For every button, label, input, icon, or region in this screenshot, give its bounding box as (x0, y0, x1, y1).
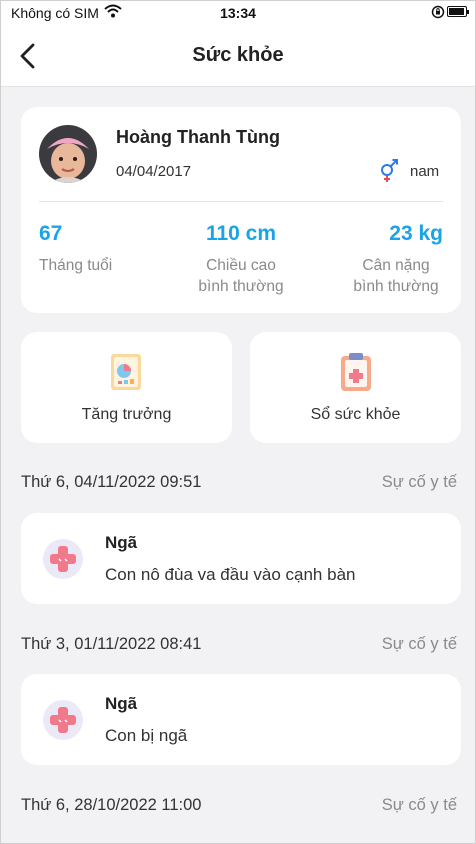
event-date: Thứ 6, 04/11/2022 09:51 (21, 473, 202, 491)
status-bar: Không có SIM 13:34 (1, 1, 475, 25)
nav-bar: Sức khỏe (1, 25, 475, 87)
age-months-label: Tháng tuổi (39, 255, 112, 276)
health-book-icon (340, 353, 371, 391)
height-status-label: Chiều cao bình thường (161, 255, 321, 297)
growth-label: Tăng trưởng (81, 406, 172, 423)
gender-icon (381, 159, 398, 182)
event-date: Thứ 3, 01/11/2022 08:41 (21, 635, 202, 653)
age-months-label-text: Tháng tuổi (39, 257, 113, 274)
battery-icon (447, 6, 469, 17)
avatar (39, 125, 97, 183)
growth-button[interactable]: Tăng trưởng (21, 332, 232, 443)
weight-status-text: bình thường (353, 278, 439, 295)
event-type: Sự cố y tế (381, 473, 457, 491)
event-icon-wrapper (43, 700, 83, 740)
weight-value: 23 kg (389, 222, 443, 245)
page-title: Sức khỏe (192, 44, 284, 66)
weight-status-label: Cân nặng bình thường (341, 255, 451, 297)
event-date: Thứ 6, 28/10/2022 11:00 (21, 796, 202, 814)
event-description: Con bị ngã (105, 726, 188, 745)
event-card[interactable]: Ngã Con bị ngã (21, 674, 461, 765)
gender-label: nam (410, 163, 440, 180)
event-title: Ngã (105, 694, 138, 713)
bandage-icon (50, 546, 76, 572)
event-icon-wrapper (43, 539, 83, 579)
height-label-text: Chiều cao (206, 257, 276, 274)
child-name: Hoàng Thanh Tùng (116, 127, 280, 147)
child-dob: 04/04/2017 (116, 163, 192, 180)
bandage-icon (50, 707, 76, 733)
event-title: Ngã (105, 533, 138, 552)
event-type: Sự cố y tế (381, 635, 457, 653)
battery-level (449, 8, 465, 15)
weight-label-text: Cân nặng (362, 257, 430, 274)
growth-chart-icon (110, 354, 141, 390)
height-status-text: bình thường (198, 278, 284, 295)
event-type: Sự cố y tế (381, 796, 457, 814)
divider (39, 201, 443, 202)
orientation-lock-icon (431, 5, 445, 19)
child-profile-card[interactable]: Hoàng Thanh Tùng 04/04/2017 nam 67 Tháng… (21, 107, 461, 313)
health-book-label: Sổ sức khỏe (310, 406, 401, 423)
status-time: 13:34 (220, 5, 256, 21)
event-description: Con nô đùa va đầu vào cạnh bàn (105, 565, 356, 584)
event-card[interactable]: Ngã Con nô đùa va đầu vào cạnh bàn (21, 513, 461, 604)
health-book-button[interactable]: Sổ sức khỏe (250, 332, 461, 443)
